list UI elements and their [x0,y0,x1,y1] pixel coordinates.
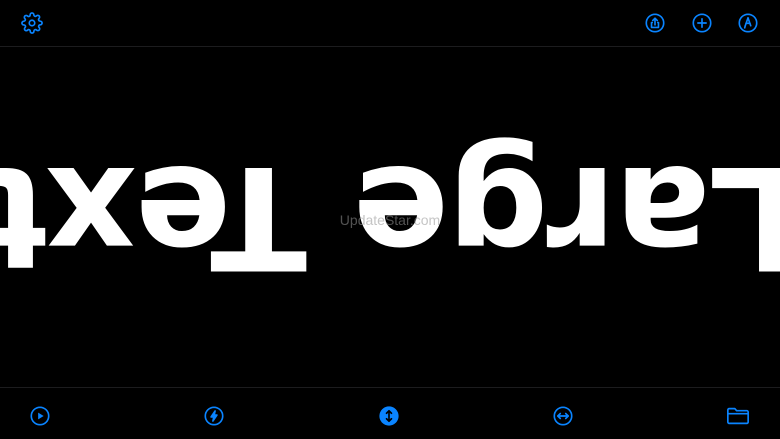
large-text-app-screen: Large Text UpdateStar.com [0,0,780,439]
plus-icon [692,13,712,33]
bottom-toolbar [0,387,780,439]
play-icon [30,406,50,426]
horizontal-scroll-icon [553,406,573,426]
top-toolbar [0,0,780,47]
pen-icon [738,13,758,33]
flash-button[interactable] [201,403,227,429]
vertical-scroll-button[interactable] [376,403,402,429]
vertical-scroll-icon [379,406,399,426]
add-button[interactable] [689,10,715,36]
gear-icon [21,12,43,34]
watermark: UpdateStar.com [339,212,441,228]
horizontal-scroll-button[interactable] [550,403,576,429]
files-button[interactable] [725,403,751,429]
folder-icon [727,407,749,425]
share-button[interactable] [642,10,668,36]
lightning-icon [204,406,224,426]
edit-button[interactable] [735,10,761,36]
settings-button[interactable] [19,10,45,36]
play-button[interactable] [27,403,53,429]
share-icon [645,13,665,33]
